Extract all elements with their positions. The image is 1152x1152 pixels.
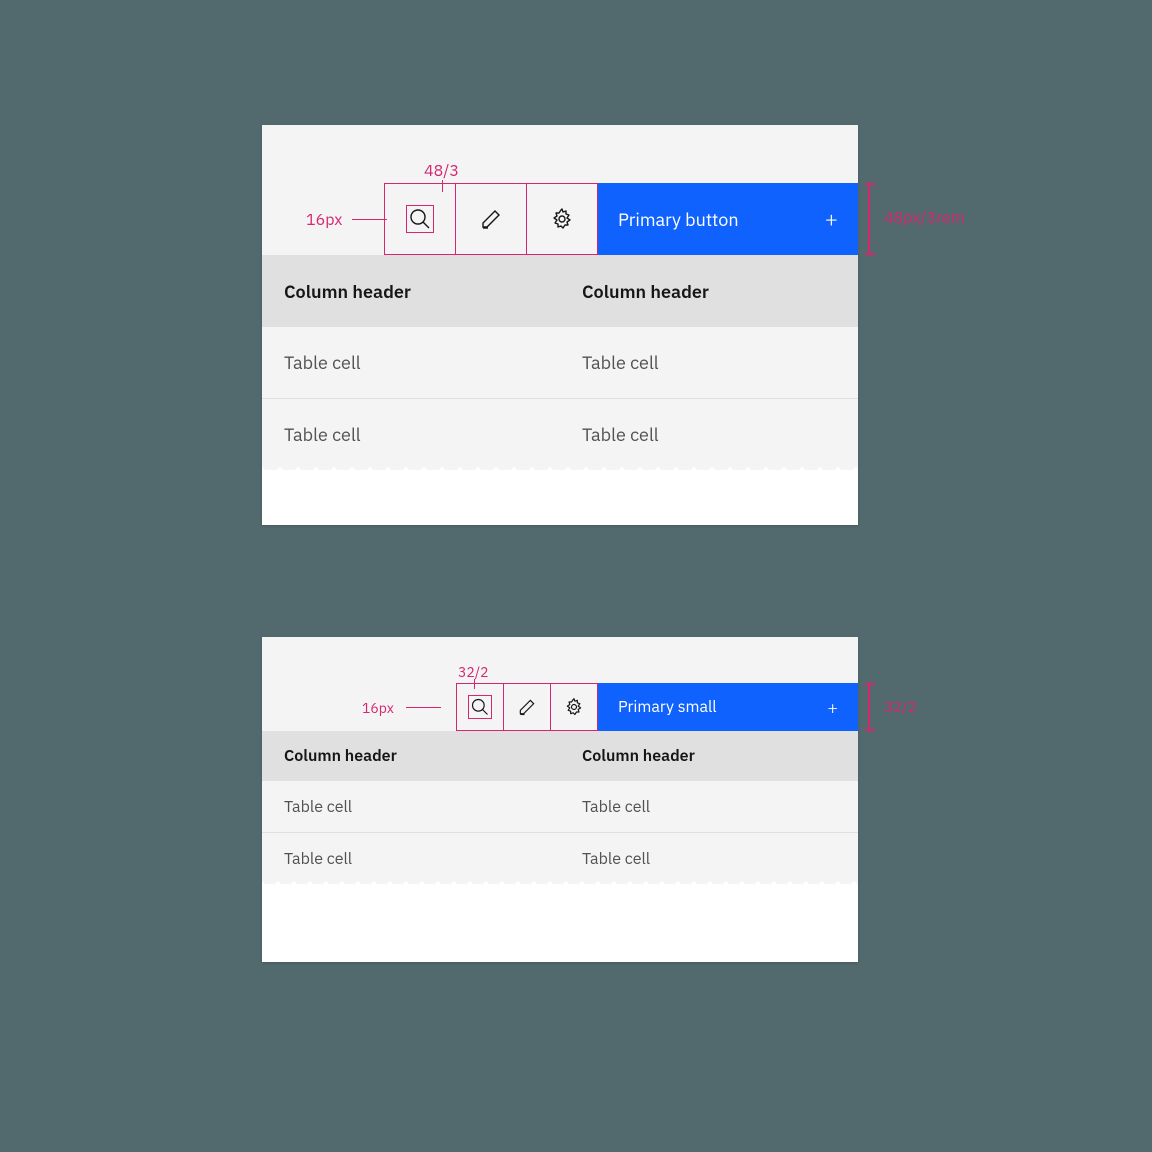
height-bracket: [868, 683, 870, 731]
table-headers: Column header Column header: [262, 731, 858, 781]
table-row: Table cell Table cell: [262, 781, 858, 833]
column-header: Column header: [560, 255, 858, 327]
spec-height: 48px/3rem: [884, 208, 965, 228]
settings-button[interactable]: [526, 183, 598, 255]
gear-icon: [564, 697, 584, 717]
torn-edge: [262, 884, 858, 902]
search-button[interactable]: [456, 683, 504, 731]
column-header: Column header: [262, 731, 560, 781]
search-icon: [470, 697, 490, 717]
height-bracket: [868, 183, 870, 255]
spec-height: 32/2: [884, 698, 917, 717]
edit-icon: [479, 207, 503, 231]
primary-button[interactable]: Primary button +: [598, 183, 858, 255]
table-cell: Table cell: [560, 327, 858, 398]
search-button[interactable]: [384, 183, 456, 255]
primary-button-label: Primary button: [618, 208, 739, 231]
column-header: Column header: [262, 255, 560, 327]
primary-button-label: Primary small: [618, 697, 717, 717]
column-header: Column header: [560, 731, 858, 781]
spec-icon-size: 16px: [362, 699, 394, 717]
edit-button[interactable]: [503, 683, 551, 731]
table-row: Table cell Table cell: [262, 327, 858, 399]
toolbar: Primary small +: [262, 637, 858, 731]
spec-icon-size: 16px: [306, 210, 342, 230]
spec-card-small: 32/2 16px Primary small + Column header: [262, 637, 858, 962]
plus-icon: +: [827, 696, 838, 719]
plus-icon: +: [825, 205, 838, 234]
torn-edge: [262, 470, 858, 488]
edit-icon: [517, 697, 537, 717]
table-cell: Table cell: [262, 781, 560, 832]
edit-button[interactable]: [455, 183, 527, 255]
toolbar: Primary button +: [262, 125, 858, 255]
search-icon: [408, 207, 432, 231]
settings-button[interactable]: [550, 683, 598, 731]
table-cell: Table cell: [560, 781, 858, 832]
table-cell: Table cell: [262, 327, 560, 398]
spec-button-size: 48/3: [424, 161, 459, 181]
spec-card-large: 48/3 16px Primary button + Column header: [262, 125, 858, 525]
primary-button-small[interactable]: Primary small +: [598, 683, 858, 731]
gear-icon: [550, 207, 574, 231]
table-headers: Column header Column header: [262, 255, 858, 327]
